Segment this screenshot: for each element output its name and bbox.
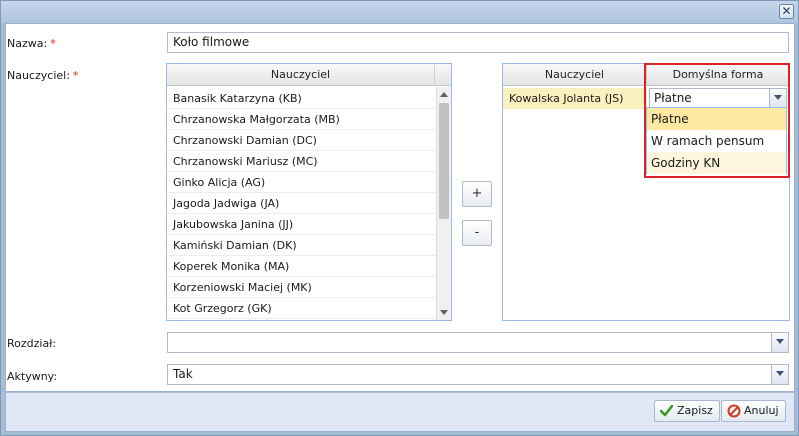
chevron-down-icon[interactable] xyxy=(771,333,788,352)
table-row[interactable]: Chrzanowski Mariusz (MC) xyxy=(167,151,436,172)
check-icon xyxy=(660,405,673,417)
table-row[interactable]: Banasik Katarzyna (KB) xyxy=(167,88,436,109)
save-label: Zapisz xyxy=(677,404,713,417)
required-mark: * xyxy=(72,69,79,82)
cancel-icon xyxy=(727,404,741,418)
payment-combo[interactable]: Płatne xyxy=(649,88,787,109)
vertical-scrollbar[interactable] xyxy=(436,87,451,320)
available-teachers-grid: Nauczyciel Banasik Katarzyna (KB) Chrzano… xyxy=(166,63,452,321)
table-row[interactable]: Chrzanowski Damian (DC) xyxy=(167,130,436,151)
column-header-payment[interactable]: Domyślna forma płatności xyxy=(647,64,789,102)
table-row[interactable]: Kamiński Damian (DK) xyxy=(167,235,436,256)
table-row[interactable]: Jakubowska Janina (JJ) xyxy=(167,214,436,235)
column-header-teacher[interactable]: Nauczyciel xyxy=(503,64,647,86)
teacher-label: Nauczyciel: * xyxy=(7,69,79,82)
name-label: Nazwa: * xyxy=(7,37,56,50)
dialog-window: ✕ Nazwa: * Koło filmowe Nauczyciel: * Nauc… xyxy=(0,0,799,436)
payment-combo-value: Płatne xyxy=(654,91,692,105)
column-header-spacer xyxy=(435,64,451,86)
table-row[interactable]: Koperek Monika (MA) xyxy=(167,256,436,277)
grid-header: Nauczyciel xyxy=(167,64,451,86)
scroll-down-icon[interactable] xyxy=(440,310,448,315)
column-header-teacher[interactable]: Nauczyciel xyxy=(167,64,435,86)
active-combo[interactable]: Tak xyxy=(167,364,789,385)
close-icon[interactable]: ✕ xyxy=(779,4,794,19)
dialog-titlebar: ✕ xyxy=(1,1,798,23)
save-button[interactable]: Zapisz xyxy=(654,400,720,422)
table-row[interactable]: Kowalska Jolanta (JS) xyxy=(503,88,647,109)
grid-header: Nauczyciel Domyślna forma płatności xyxy=(503,64,789,102)
name-input[interactable]: Koło filmowe xyxy=(167,32,789,53)
table-row[interactable]: Jagoda Jadwiga (JA) xyxy=(167,193,436,214)
payment-dropdown-list: Płatne W ramach pensum Godziny KN xyxy=(646,107,787,174)
cancel-label: Anuluj xyxy=(744,404,779,417)
chevron-down-icon[interactable] xyxy=(771,365,788,384)
table-row[interactable]: Chrzanowska Małgorzata (MB) xyxy=(167,109,436,130)
dropdown-option[interactable]: Godziny KN xyxy=(647,152,786,174)
required-mark: * xyxy=(50,37,56,50)
selected-teachers-grid: Nauczyciel Domyślna forma płatności Kowa… xyxy=(502,63,790,321)
division-combo[interactable] xyxy=(167,332,789,353)
division-label: Rozdział: xyxy=(7,337,57,350)
table-row[interactable]: Kot Grzegorz (GK) xyxy=(167,298,436,319)
table-row[interactable]: Ginko Alicja (AG) xyxy=(167,172,436,193)
scroll-thumb[interactable] xyxy=(439,103,449,219)
add-teacher-button[interactable]: + xyxy=(462,181,492,207)
cancel-button[interactable]: Anuluj xyxy=(721,400,786,422)
active-combo-value: Tak xyxy=(173,367,193,381)
chevron-down-icon[interactable] xyxy=(769,89,786,108)
dropdown-option[interactable]: W ramach pensum xyxy=(647,130,786,152)
scroll-up-icon[interactable] xyxy=(440,92,448,97)
dropdown-option[interactable]: Płatne xyxy=(647,108,786,130)
remove-teacher-button[interactable]: - xyxy=(462,220,492,246)
table-row[interactable]: Korzeniowski Maciej (MK) xyxy=(167,277,436,298)
active-label: Aktywny: xyxy=(7,370,58,383)
